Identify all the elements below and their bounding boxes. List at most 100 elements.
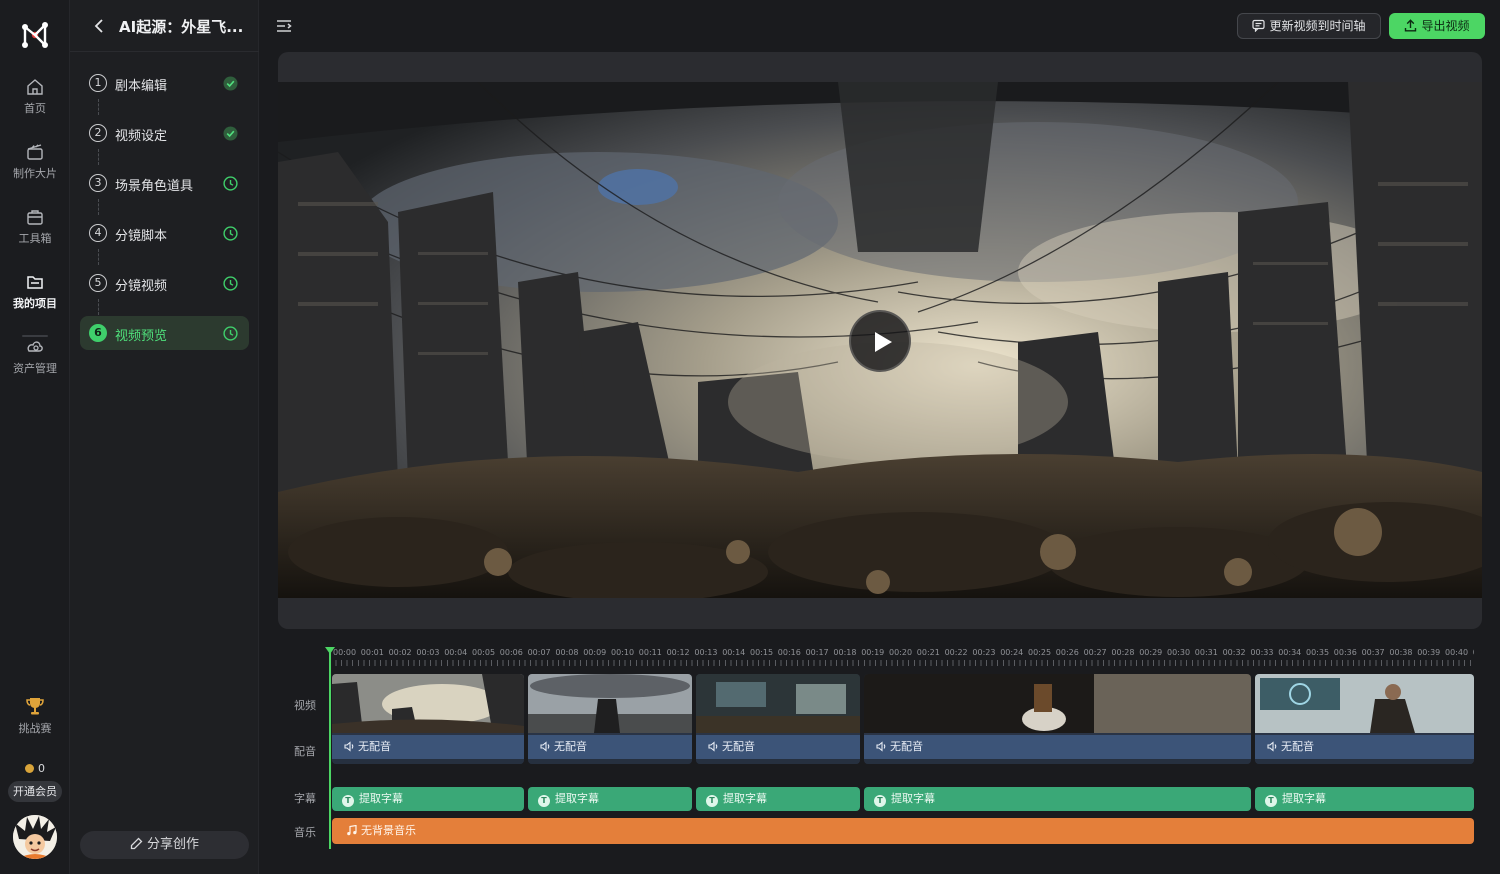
voice-label: 无配音 [1281, 740, 1314, 753]
ruler-tick-label: 00:30 [1167, 648, 1191, 657]
ruler-tick-label: 00:33 [1250, 648, 1274, 657]
home-icon [27, 79, 43, 95]
ruler-tick-label: 00:08 [555, 648, 579, 657]
voice-clip[interactable]: 无配音 [528, 735, 692, 759]
step-scene-props[interactable]: 3 场景角色道具 [80, 166, 249, 200]
project-title: AI起源：外星飞... [119, 18, 244, 36]
track-label-music: 音乐 [294, 826, 316, 839]
nav-item-home[interactable]: 首页 [0, 78, 70, 134]
step-label: 分镜脚本 [115, 229, 168, 244]
ruler-tick-label: 00:06 [499, 648, 523, 657]
ruler-tick-label: 00:12 [666, 648, 690, 657]
voice-clip[interactable]: 无配音 [696, 735, 860, 759]
step-video-preview[interactable]: 6 视频预览 [80, 316, 249, 350]
subtitle-clip[interactable]: T 提取字幕 [332, 787, 524, 811]
step-number: 6 [89, 324, 107, 342]
trophy-icon [26, 698, 44, 715]
voice-clip-tail [864, 759, 1251, 764]
ruler-tick-label: 00:07 [527, 648, 551, 657]
voice-clip[interactable]: 无配音 [1255, 735, 1474, 759]
voice-clip[interactable]: 无配音 [864, 735, 1251, 759]
clip-thumbnail [332, 674, 524, 733]
video-preview[interactable] [278, 52, 1482, 629]
step-number: 1 [89, 74, 107, 92]
video-clip[interactable]: 无配音 [1255, 674, 1474, 764]
ruler-tick-label: 00:38 [1389, 648, 1413, 657]
ruler-tick-label: 00:34 [1278, 648, 1302, 657]
subtitle-clip[interactable]: T 提取字幕 [528, 787, 692, 811]
ruler-tick-label: 00:01 [360, 648, 384, 657]
vip-button[interactable]: 开通会员 [8, 781, 62, 802]
clip-thumbnail [1255, 674, 1474, 733]
ruler-tick-label: 00:17 [805, 648, 829, 657]
nav-item-toolbox[interactable]: 工具箱 [0, 208, 70, 264]
ruler-tick-label: 00:25 [1028, 648, 1052, 657]
nav-item-label: 挑战赛 [18, 722, 52, 735]
video-clip[interactable]: 无配音 [864, 674, 1251, 764]
clock-icon [223, 226, 238, 241]
subtitle-clip[interactable]: T 提取字幕 [696, 787, 860, 811]
clapper-icon [27, 144, 43, 160]
subtitle-clip[interactable]: T 提取字幕 [1255, 787, 1474, 811]
ruler-tick-label: 00:03 [416, 648, 440, 657]
track-label-video: 视频 [294, 699, 316, 712]
ruler-tick-label: 00:20 [889, 648, 913, 657]
clip-thumbnail [696, 674, 860, 733]
nav-item-challenge[interactable]: 挑战赛 [0, 696, 70, 752]
avatar[interactable] [13, 815, 57, 859]
clip-thumbnail [528, 674, 692, 733]
check-circle-icon [223, 126, 238, 141]
step-label: 视频设定 [115, 129, 168, 144]
ruler-tick-label: 00:41 [1473, 648, 1474, 657]
nav-item-create[interactable]: 制作大片 [0, 143, 70, 199]
ruler-tick-label: 00:10 [611, 648, 635, 657]
ruler-tick-label: 00:18 [833, 648, 857, 657]
step-connector [98, 149, 99, 165]
text-icon: T [874, 795, 886, 807]
step-storyboard[interactable]: 4 分镜脚本 [80, 216, 249, 250]
speaker-icon [876, 741, 886, 752]
speaker-icon [708, 741, 718, 752]
share-button[interactable]: 分享创作 [80, 831, 249, 859]
update-timeline-button[interactable]: 更新视频到时间轴 [1237, 13, 1381, 39]
toolbox-icon [27, 210, 43, 225]
subtitle-label: 提取字幕 [1282, 792, 1326, 805]
subtitle-clip[interactable]: T 提取字幕 [864, 787, 1251, 811]
voice-label: 无配音 [890, 740, 923, 753]
message-icon [1252, 19, 1266, 33]
timeline-playhead[interactable] [325, 647, 335, 849]
video-clip[interactable]: 无配音 [528, 674, 692, 764]
step-label: 场景角色道具 [115, 179, 194, 194]
ruler-tick-label: 00:39 [1417, 648, 1441, 657]
export-label: 导出视频 [1421, 19, 1470, 33]
clock-icon [223, 176, 238, 191]
music-track[interactable]: 无背景音乐 [332, 818, 1474, 844]
video-clip[interactable]: 无配音 [332, 674, 524, 764]
voice-clip[interactable]: 无配音 [332, 735, 524, 759]
video-clip[interactable]: 无配音 [696, 674, 860, 764]
subtitle-label: 提取字幕 [723, 792, 767, 805]
ruler-tick-label: 00:14 [722, 648, 746, 657]
nav-item-my-projects[interactable]: 我的项目 [0, 273, 70, 337]
export-video-button[interactable]: 导出视频 [1389, 13, 1485, 39]
app-logo-icon[interactable] [19, 19, 51, 51]
ruler-tick-label: 00:13 [694, 648, 718, 657]
nav-item-assets[interactable]: 资产管理 [0, 338, 70, 394]
ruler-tick-label: 00:22 [944, 648, 968, 657]
ruler-tick-label: 00:16 [777, 648, 801, 657]
play-button[interactable] [849, 310, 911, 372]
coin-icon [25, 764, 34, 773]
step-script-edit[interactable]: 1 剧本编辑 [80, 66, 249, 100]
speaker-icon [1267, 741, 1277, 752]
step-shot-video[interactable]: 5 分镜视频 [80, 266, 249, 300]
ruler-tick-label: 00:19 [861, 648, 885, 657]
step-connector [98, 299, 99, 315]
nav-rail: 首页 制作大片 工具箱 我的项目 资产管理 挑战赛 0 开通会员 [0, 0, 70, 874]
folder-icon [27, 276, 43, 289]
step-video-settings[interactable]: 2 视频设定 [80, 116, 249, 150]
chevron-left-icon[interactable] [92, 18, 106, 34]
voice-label: 无配音 [358, 740, 391, 753]
menu-collapse-icon[interactable] [276, 18, 292, 34]
ruler-tick-label: 00:40 [1445, 648, 1469, 657]
coin-balance: 0 [0, 762, 70, 775]
